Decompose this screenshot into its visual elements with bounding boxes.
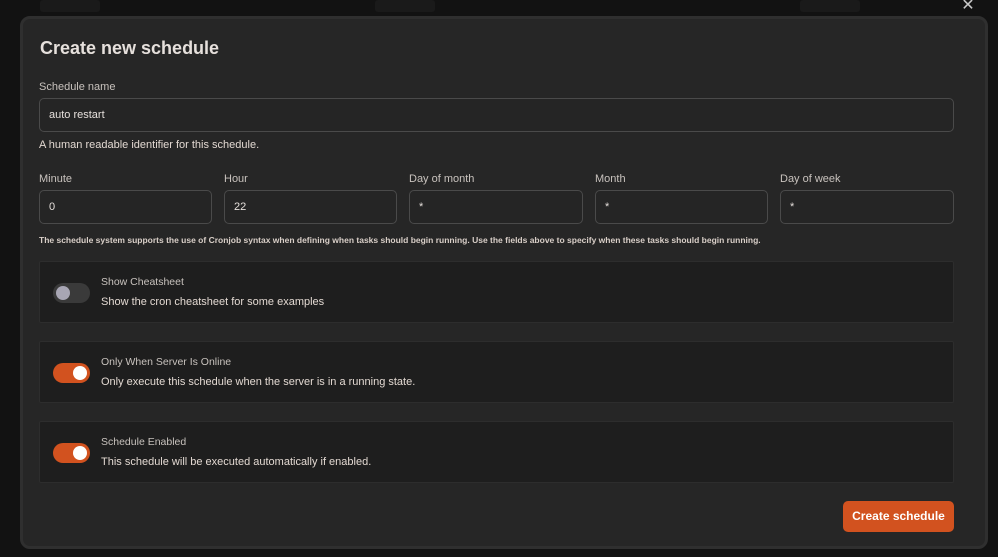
day-of-week-input[interactable]: * [780, 190, 954, 224]
hour-label: Hour [224, 173, 248, 185]
day-of-month-label: Day of month [409, 173, 475, 185]
schedule-enabled-toggle[interactable] [53, 443, 90, 463]
close-icon[interactable]: ✕ [958, 0, 978, 14]
toggle-knob [73, 366, 87, 380]
minute-label: Minute [39, 173, 73, 185]
schedule-name-helper: A human readable identifier for this sch… [39, 139, 260, 151]
option-description: This schedule will be executed automatic… [101, 456, 372, 468]
option-title: Show Cheatsheet [101, 276, 184, 288]
cron-syntax-helper: The schedule system supports the use of … [39, 235, 761, 245]
option-title: Only When Server Is Online [101, 356, 232, 368]
option-show-cheatsheet: Show Cheatsheet Show the cron cheatsheet… [39, 261, 954, 323]
option-only-when-online: Only When Server Is Online Only execute … [39, 341, 954, 403]
option-description: Only execute this schedule when the serv… [101, 376, 416, 388]
toggle-knob [73, 446, 87, 460]
month-input[interactable]: * [595, 190, 768, 224]
only-when-online-toggle[interactable] [53, 363, 90, 383]
day-of-month-input[interactable]: * [409, 190, 583, 224]
background-text [800, 0, 860, 12]
modal-title: Create new schedule [40, 38, 220, 58]
schedule-name-label: Schedule name [39, 81, 116, 93]
minute-input[interactable]: 0 [39, 190, 212, 224]
create-schedule-button[interactable]: Create schedule [843, 501, 954, 532]
month-label: Month [595, 173, 626, 185]
show-cheatsheet-toggle[interactable] [53, 283, 90, 303]
hour-input[interactable]: 22 [224, 190, 397, 224]
toggle-knob [56, 286, 70, 300]
option-title: Schedule Enabled [101, 436, 187, 448]
schedule-name-input[interactable]: auto restart [39, 98, 954, 132]
background-text [375, 0, 435, 12]
create-schedule-modal: Create new schedule Schedule name auto r… [20, 16, 988, 549]
background-text [40, 0, 100, 12]
option-schedule-enabled: Schedule Enabled This schedule will be e… [39, 421, 954, 483]
day-of-week-label: Day of week [780, 173, 841, 185]
option-description: Show the cron cheatsheet for some exampl… [101, 296, 325, 308]
